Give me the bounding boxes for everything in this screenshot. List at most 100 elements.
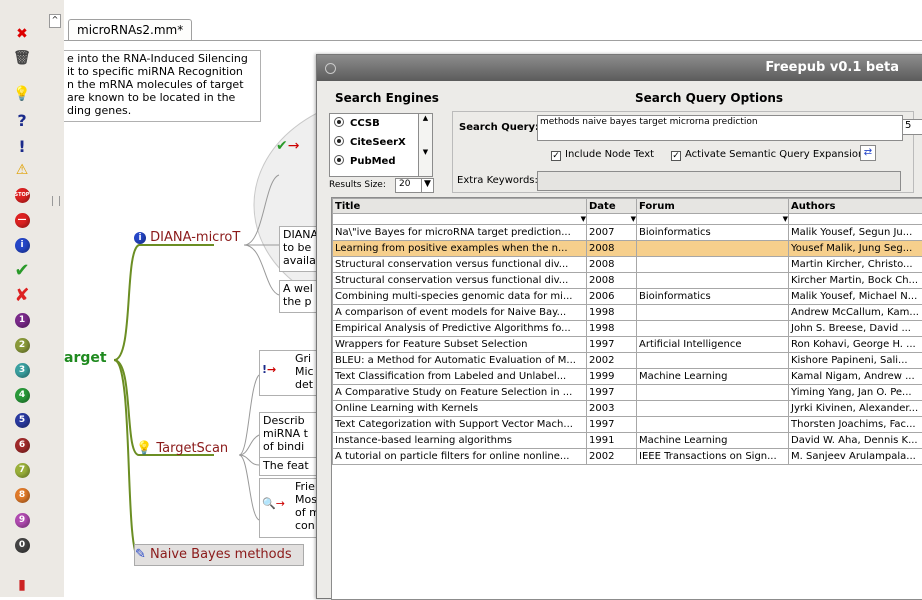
cell-title: Instance-based learning algorithms <box>333 433 587 449</box>
query-count-spinner[interactable]: 5 <box>902 119 922 135</box>
cell-forum <box>637 385 789 401</box>
collapse-arrow-icon[interactable]: ^ <box>49 14 61 28</box>
top-note[interactable]: e into the RNA-Induced Silencing it to s… <box>64 50 261 122</box>
num-3-icon[interactable]: 3 <box>12 360 32 380</box>
node-naive-bayes-methods[interactable]: ✎ Naive Bayes methods <box>134 544 304 566</box>
refresh-icon[interactable]: ⇄ <box>860 145 876 161</box>
info-icon[interactable]: i <box>12 235 32 255</box>
num-6-icon[interactable]: 6 <box>12 435 32 455</box>
filter-date[interactable]: ▼ <box>587 214 637 225</box>
table-row[interactable]: Structural conservation versus functiona… <box>333 257 922 273</box>
root-node-target[interactable]: arget <box>64 350 107 366</box>
window-title: Freepub v0.1 beta <box>765 60 899 75</box>
query-options-header: Search Query Options <box>635 91 783 105</box>
cell-authors: David W. Aha, Dennis K... <box>789 433 922 449</box>
stop-icon[interactable]: STOP <box>12 185 32 205</box>
freepub-window: Freepub v0.1 beta Search Engines Search … <box>316 54 922 599</box>
num-2-icon[interactable]: 2 <box>12 335 32 355</box>
table-row[interactable]: Combining multi-species genomic data for… <box>333 289 922 305</box>
filter-title[interactable]: ▼ <box>333 214 587 225</box>
cell-authors: Thorsten Joachims, Fac... <box>789 417 922 433</box>
cell-forum <box>637 417 789 433</box>
cell-title: A tutorial on particle filters for onlin… <box>333 449 587 465</box>
trash-icon[interactable]: 🗑 <box>12 48 32 68</box>
cell-authors: Andrew McCallum, Kam... <box>789 305 922 321</box>
radio-icon <box>334 136 344 146</box>
table-row[interactable]: Online Learning with Kernels2003Jyrki Ki… <box>333 401 922 417</box>
cross-red-icon[interactable]: ✘ <box>12 285 32 305</box>
table-row[interactable]: Na\"ive Bayes for microRNA target predic… <box>333 225 922 241</box>
minus-red-icon[interactable]: — <box>12 210 32 230</box>
cell-authors: Malik Yousef, Michael N... <box>789 289 922 305</box>
pencil-icon: ✎ <box>135 547 146 562</box>
vertical-splitter[interactable]: ^ <box>46 0 65 597</box>
radio-icon <box>334 155 344 165</box>
scroll-down-icon[interactable]: ▼ <box>419 148 432 156</box>
cell-title: Combining multi-species genomic data for… <box>333 289 587 305</box>
results-table[interactable]: Title Date Forum Authors ▼ ▼ ▼ ▼ Na\"ive… <box>331 197 922 600</box>
cell-authors: Yousef Malik, Jung Seg... <box>789 241 922 257</box>
num-0-icon[interactable]: 0 <box>12 535 32 555</box>
cell-authors: Kishore Papineni, Sali... <box>789 353 922 369</box>
cell-authors: Ron Kohavi, George H. ... <box>789 337 922 353</box>
engine-ccsb[interactable]: CCSB <box>330 114 418 133</box>
warning-icon[interactable]: ⚠ <box>12 160 32 180</box>
table-row[interactable]: A tutorial on particle filters for onlin… <box>333 449 922 465</box>
traffic-light-icon[interactable]: ▮ <box>12 575 32 595</box>
column-header-authors[interactable]: Authors <box>789 199 922 214</box>
results-size-select[interactable]: 20 ▼ <box>395 178 434 193</box>
cell-title: Empirical Analysis of Predictive Algorit… <box>333 321 587 337</box>
num-8-icon[interactable]: 8 <box>12 485 32 505</box>
freepub-titlebar[interactable]: Freepub v0.1 beta <box>317 55 922 81</box>
filter-authors[interactable]: ▼ <box>789 214 922 225</box>
close-red-x-icon[interactable]: ✖ <box>12 24 32 44</box>
table-row[interactable]: Empirical Analysis of Predictive Algorit… <box>333 321 922 337</box>
num-1-icon[interactable]: 1 <box>12 310 32 330</box>
engine-list-scrollbar[interactable]: ▲ ▼ <box>418 113 433 177</box>
table-row[interactable]: Text Categorization with Support Vector … <box>333 417 922 433</box>
semantic-expansion-checkbox[interactable]: ✓Activate Semantic Query Expansion <box>671 149 864 160</box>
table-row[interactable]: Text Classification from Labeled and Unl… <box>333 369 922 385</box>
column-header-title[interactable]: Title <box>333 199 587 214</box>
table-row[interactable]: Wrappers for Feature Subset Selection199… <box>333 337 922 353</box>
chevron-down-icon[interactable]: ▼ <box>421 179 433 192</box>
cell-forum <box>637 401 789 417</box>
num-4-icon[interactable]: 4 <box>12 385 32 405</box>
exclamation-icon: !→ <box>262 363 276 376</box>
table-row[interactable]: A comparison of event models for Naive B… <box>333 305 922 321</box>
node-diana-microt[interactable]: i DIANA-microT <box>134 230 240 245</box>
cell-title: Text Categorization with Support Vector … <box>333 417 587 433</box>
cell-date: 1998 <box>587 321 637 337</box>
table-row[interactable]: BLEU: a Method for Automatic Evaluation … <box>333 353 922 369</box>
window-menu-icon[interactable] <box>325 63 336 74</box>
filter-forum[interactable]: ▼ <box>637 214 789 225</box>
cell-forum: Machine Learning <box>637 433 789 449</box>
splitter-grip[interactable] <box>52 196 60 206</box>
search-engine-list[interactable]: CCSB CiteSeerX PubMed <box>329 113 419 177</box>
cell-date: 2006 <box>587 289 637 305</box>
question-icon[interactable]: ? <box>12 110 32 130</box>
cell-forum <box>637 353 789 369</box>
cell-forum: Machine Learning <box>637 369 789 385</box>
num-7-icon[interactable]: 7 <box>12 460 32 480</box>
extra-keywords-input[interactable] <box>537 171 901 191</box>
idea-bulb-icon[interactable]: 💡 <box>12 84 32 104</box>
engine-citeseerx[interactable]: CiteSeerX <box>330 133 418 152</box>
num-9-icon[interactable]: 9 <box>12 510 32 530</box>
check-green-icon[interactable]: ✔ <box>12 260 32 280</box>
table-row[interactable]: Instance-based learning algorithms1991Ma… <box>333 433 922 449</box>
include-node-text-checkbox[interactable]: ✓Include Node Text <box>551 149 654 160</box>
search-query-input[interactable]: methods naive bayes target microrna pred… <box>537 115 903 141</box>
scroll-up-icon[interactable]: ▲ <box>419 114 432 122</box>
table-row[interactable]: Structural conservation versus functiona… <box>333 273 922 289</box>
cell-forum <box>637 305 789 321</box>
table-row[interactable]: A Comparative Study on Feature Selection… <box>333 385 922 401</box>
column-header-forum[interactable]: Forum <box>637 199 789 214</box>
num-5-icon[interactable]: 5 <box>12 410 32 430</box>
node-targetscan[interactable]: 💡 TargetScan <box>136 441 228 456</box>
engine-pubmed[interactable]: PubMed <box>330 152 418 171</box>
cell-date: 2002 <box>587 353 637 369</box>
table-row[interactable]: Learning from positive examples when the… <box>333 241 922 257</box>
exclamation-icon[interactable]: ! <box>12 136 32 156</box>
column-header-date[interactable]: Date <box>587 199 637 214</box>
